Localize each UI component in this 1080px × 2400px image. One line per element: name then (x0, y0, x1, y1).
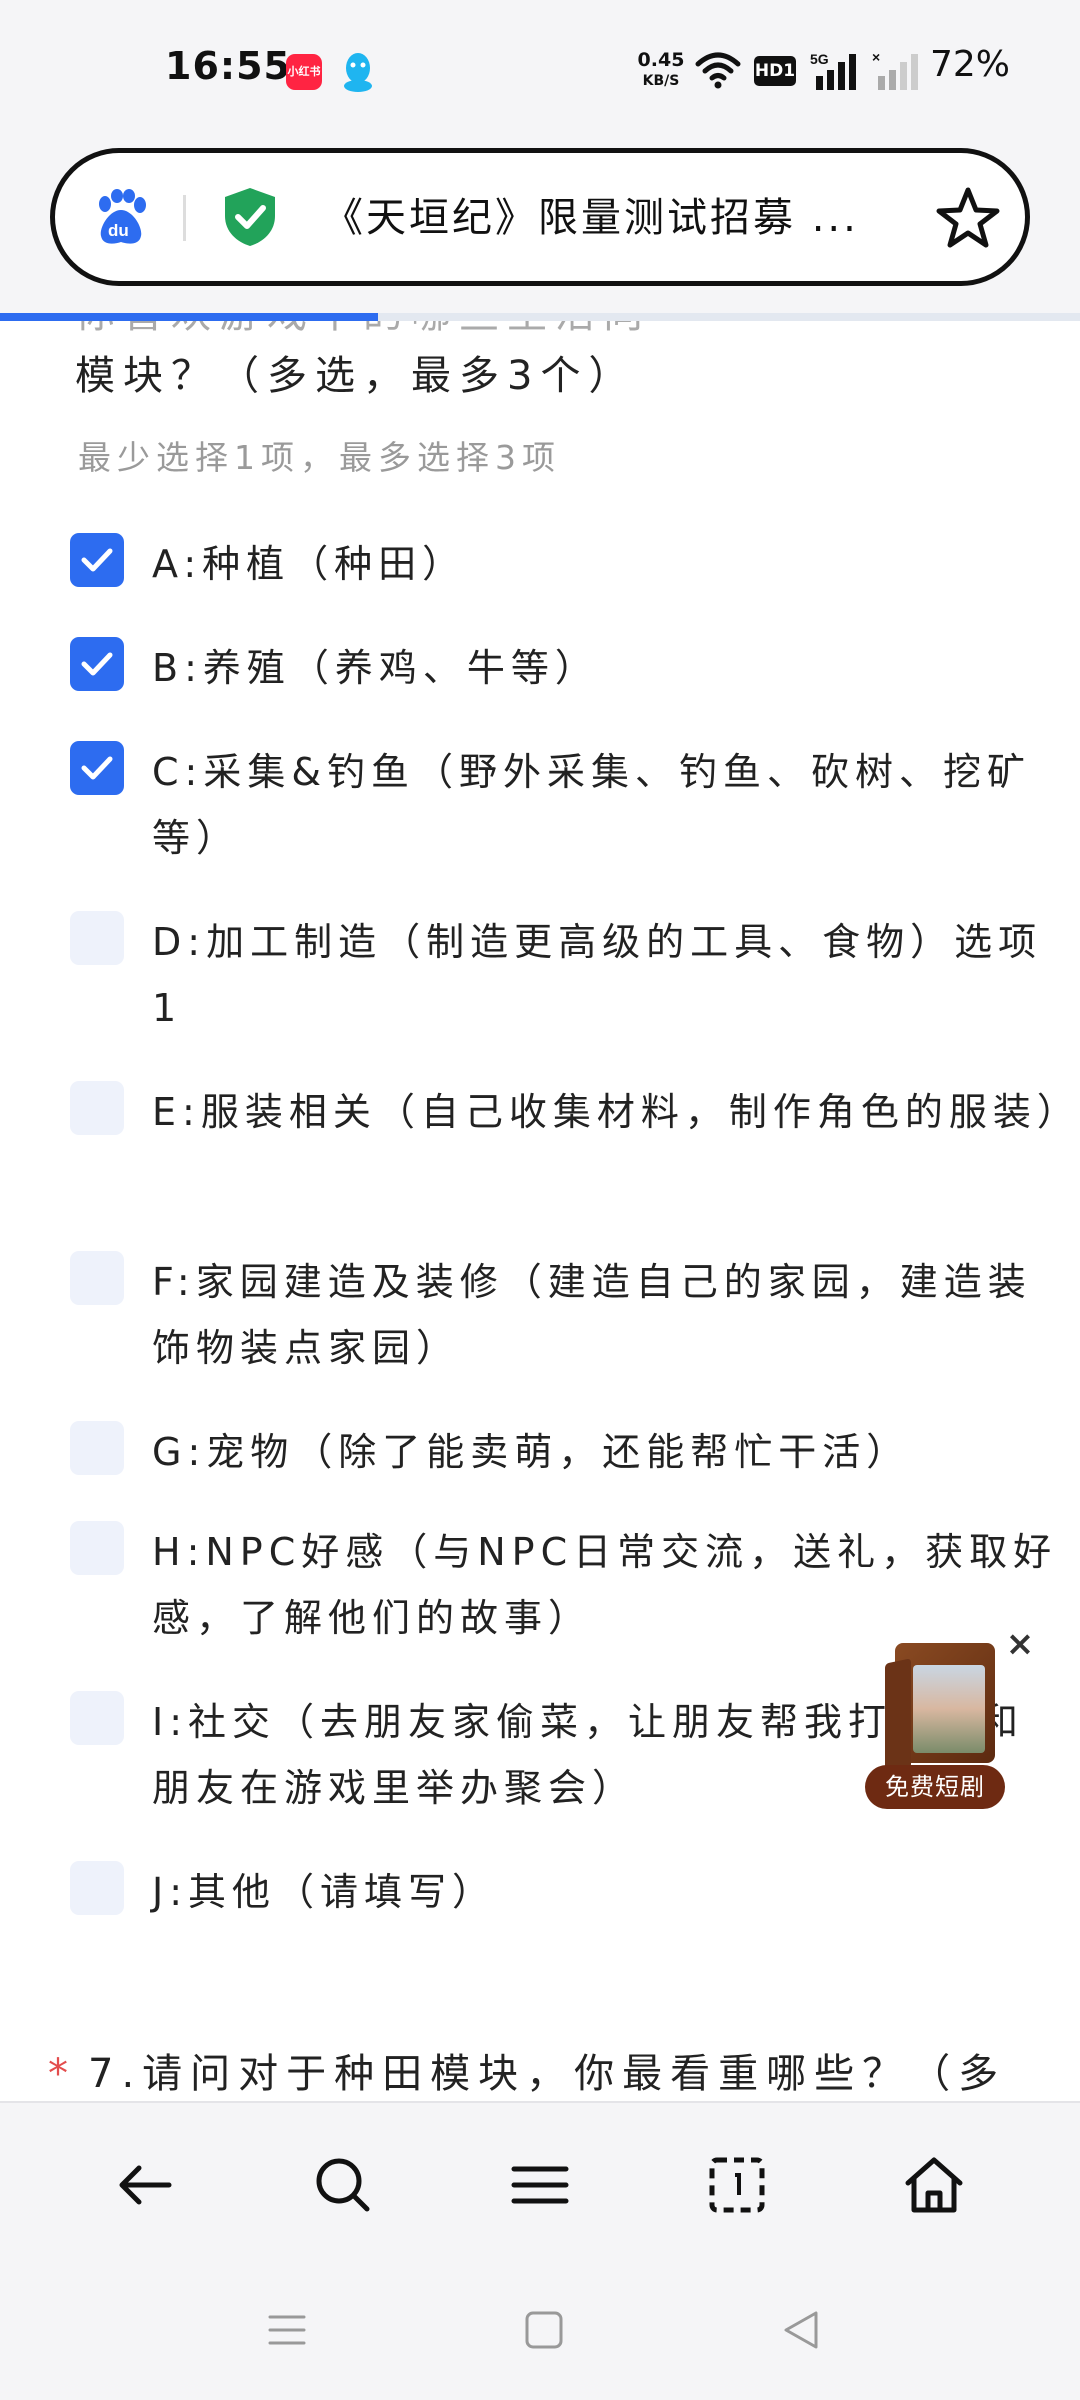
option-label[interactable]: G:宠物（除了能卖萌，还能帮忙干活） (152, 1419, 1062, 1485)
address-bar[interactable]: du 《天垣纪》限量测试招募 ... (50, 148, 1030, 286)
baidu-logo-icon[interactable]: du (91, 188, 151, 248)
home-square-icon (525, 2311, 563, 2349)
network-speed-unit: KB/S (642, 73, 680, 89)
xiaohongshu-notification-icon: 小红书 (286, 54, 322, 90)
back-arrow-icon (119, 2165, 172, 2205)
page-load-progress-fill (0, 313, 378, 321)
checkbox-unchecked[interactable] (70, 1081, 124, 1135)
floating-ad[interactable]: 免费短剧 (865, 1643, 1015, 1811)
survey-content: 你喜欢游戏中的哪些生活向 模块？（多选，最多3个） 最少选择1项，最多选择3项 … (0, 321, 1080, 2101)
checkbox-unchecked[interactable] (70, 1861, 124, 1915)
back-triangle-icon (784, 2311, 818, 2349)
checkbox-checked[interactable] (70, 637, 124, 691)
option-label[interactable]: A:种植（种田） (152, 531, 1062, 597)
option-label[interactable]: F:家园建造及装修（建造自己的家园，建造装饰物装点家园） (152, 1249, 1062, 1381)
menu-button[interactable] (508, 2153, 572, 2217)
option-label[interactable]: D:加工制造（制造更高级的工具、食物）选项1 (152, 909, 1062, 1041)
battery-level: 72% (930, 44, 1011, 85)
checkbox-checked[interactable] (70, 741, 124, 795)
option-label[interactable]: J:其他（请填写） (152, 1859, 1062, 1925)
status-bar: 16:55 小红书 0.45 KB/S HD1 5G × 72% (0, 0, 1080, 140)
system-navigation-bar (0, 2261, 1080, 2400)
address-bar-divider (183, 195, 186, 241)
menu-icon (511, 2166, 569, 2204)
network-speed-value: 0.45 (637, 49, 685, 71)
checkbox-unchecked[interactable] (70, 911, 124, 965)
ad-drama-box-lid (885, 1658, 911, 1774)
home-icon (905, 2157, 963, 2213)
home-nav-button[interactable] (519, 2305, 569, 2355)
qq-notification-icon (344, 53, 372, 92)
page-load-progress (0, 313, 1080, 321)
hd-voice-icon: HD1 (754, 56, 796, 86)
required-mark: * (48, 2051, 76, 2097)
status-time: 16:55 (165, 44, 291, 88)
browser-toolbar (0, 2101, 1080, 2261)
home-button[interactable] (902, 2153, 966, 2217)
browser-header: du 《天垣纪》限量测试招募 ... (0, 140, 1080, 315)
question-6-title: 模块？（多选，最多3个） (75, 353, 637, 399)
search-button[interactable] (311, 2153, 375, 2217)
checkbox-unchecked[interactable] (70, 1251, 124, 1305)
recent-apps-button[interactable] (262, 2305, 312, 2355)
bookmark-star-icon[interactable] (935, 186, 1001, 250)
back-nav-button[interactable] (776, 2305, 826, 2355)
question-7-text: 7.请问对于种田模块，你最看重哪些？（多 (88, 2051, 1007, 2097)
checkmark-icon (81, 652, 113, 676)
ad-drama-poster (913, 1665, 985, 1753)
option-label[interactable]: E:服装相关（自己收集材料，制作角色的服装） (152, 1079, 1075, 1145)
checkmark-icon (81, 548, 113, 572)
option-label[interactable]: C:采集&钓鱼（野外采集、钓鱼、砍树、挖矿等） (152, 739, 1062, 871)
checkbox-unchecked[interactable] (70, 1521, 124, 1575)
question-6-hint: 最少选择1项，最多选择3项 (78, 438, 561, 477)
checkmark-icon (81, 756, 113, 780)
option-label[interactable]: B:养殖（养鸡、牛等） (152, 635, 1062, 701)
wifi-icon (695, 52, 741, 89)
svg-text:du: du (108, 221, 129, 240)
page-title[interactable]: 《天垣纪》限量测试招募 ... (323, 193, 943, 243)
back-button[interactable] (113, 2153, 177, 2217)
recent-apps-icon (268, 2315, 306, 2345)
svg-text:5G: 5G (810, 51, 829, 67)
ad-label[interactable]: 免费短剧 (865, 1765, 1005, 1809)
network-speed: 0.45 KB/S (636, 50, 686, 92)
checkbox-checked[interactable] (70, 533, 124, 587)
security-shield-icon[interactable] (221, 186, 279, 248)
signal-secondary-icon: × (872, 50, 918, 90)
svg-text:×: × (872, 50, 880, 65)
option-label[interactable]: H:NPC好感（与NPC日常交流，送礼，获取好感，了解他们的故事） (152, 1519, 1062, 1651)
search-icon (316, 2158, 370, 2212)
tabs-icon (709, 2157, 765, 2213)
checkbox-unchecked[interactable] (70, 1691, 124, 1745)
question-6-title-cut: 你喜欢游戏中的哪些生活向 (75, 321, 651, 339)
signal-5g-icon: 5G (810, 51, 856, 90)
question-7-title: * 7.请问对于种田模块，你最看重哪些？（多 (48, 2041, 1006, 2099)
tabs-button[interactable] (705, 2153, 769, 2217)
checkbox-unchecked[interactable] (70, 1421, 124, 1475)
